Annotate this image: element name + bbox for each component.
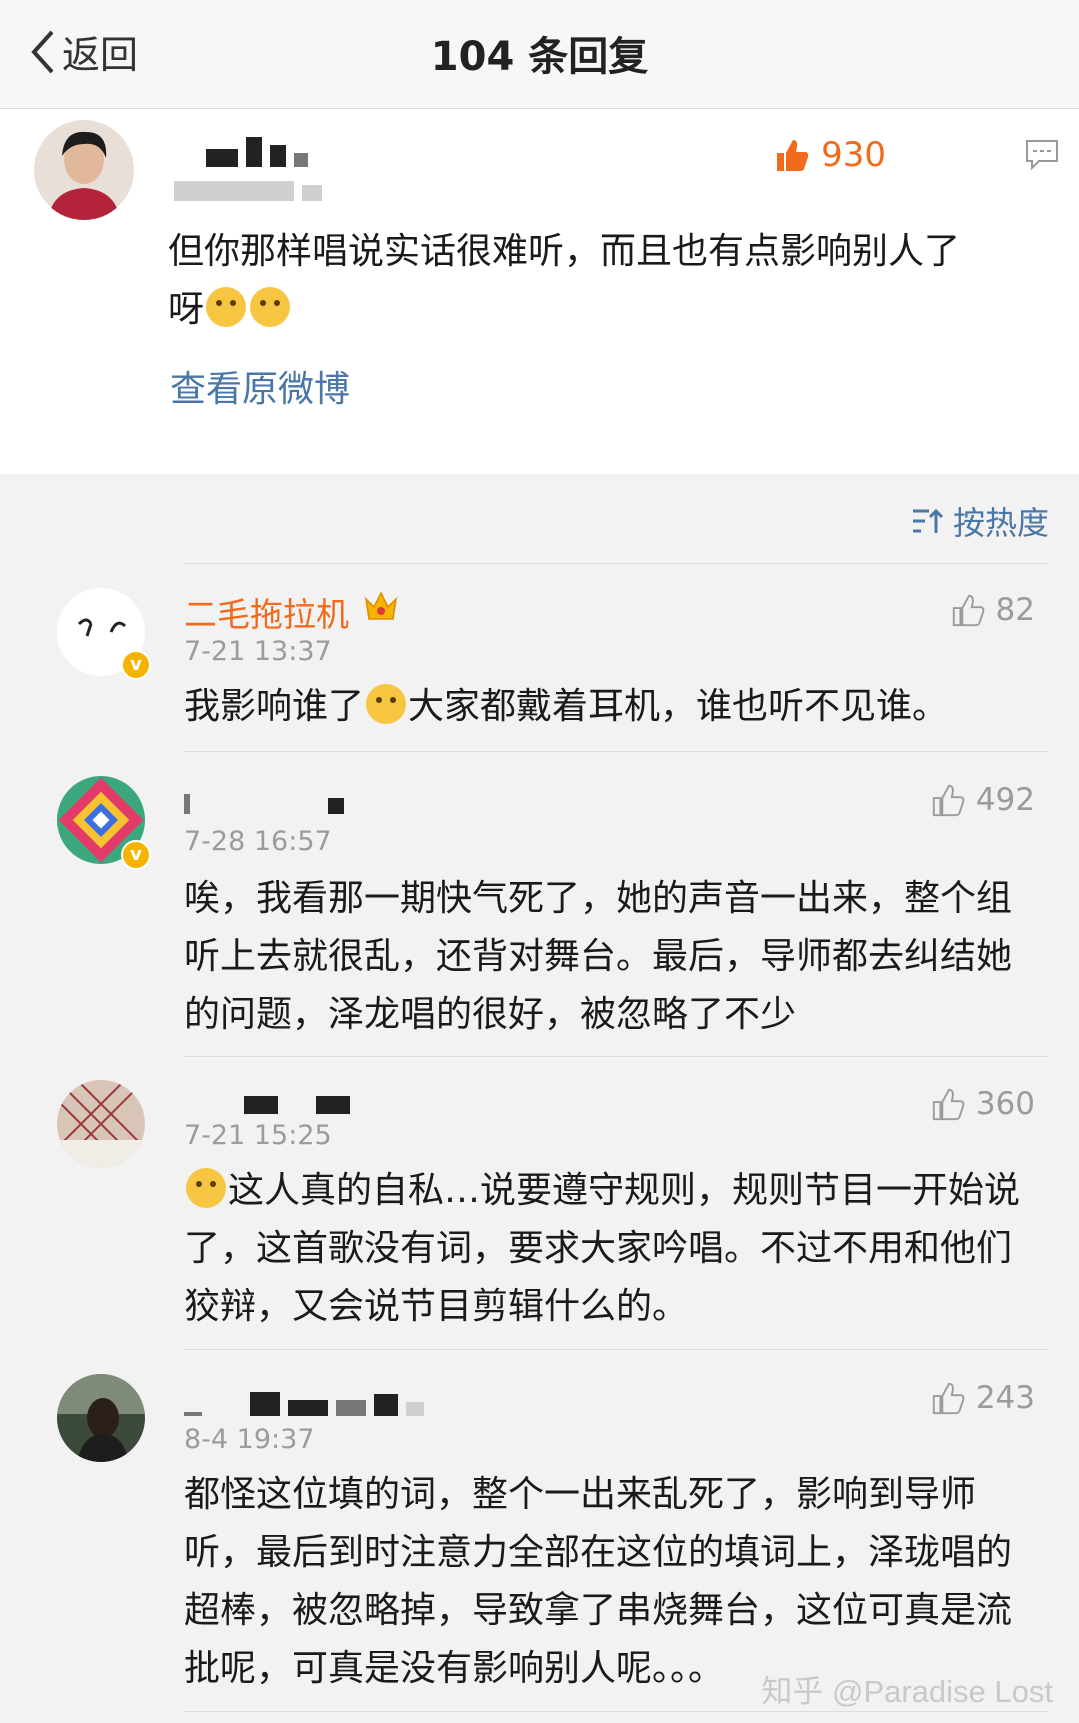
timestamp: 7-21 13:37	[184, 636, 332, 667]
username-pixelated	[244, 1096, 350, 1114]
like-count: 243	[975, 1380, 1035, 1416]
divider	[183, 1711, 1049, 1712]
like-count: 492	[975, 782, 1035, 818]
comment-text: 唉，我看那一期快气死了，她的声音一出来，整个组听上去就很乱，还背对舞台。最后，导…	[184, 878, 1013, 1035]
facepalm-emoji-icon	[250, 287, 291, 327]
like-count: 930	[821, 135, 886, 175]
view-original-link[interactable]: 查看原微博	[170, 360, 350, 412]
nav-bar: 返回 104 条回复	[0, 0, 1079, 109]
comment-text-part: 我影响谁了	[184, 686, 365, 727]
crown-badge-icon	[363, 589, 399, 627]
like-button[interactable]: 492	[930, 782, 1035, 818]
root-comment: 930 但你那样唱说实话很难听，而且也有点影响别人了呀 查看原微博	[0, 109, 1079, 474]
facepalm-emoji-icon	[206, 287, 247, 327]
comment-text: 但你那样唱说实话很难听，而且也有点影响别人了呀	[168, 223, 968, 339]
avatar[interactable]	[57, 1374, 145, 1462]
divider	[183, 1349, 1049, 1350]
comment-text: 都怪这位填的词，整个一出来乱死了，影响到导师听，最后到时注意力全部在这位的填词上…	[184, 1474, 1013, 1689]
divider	[183, 563, 1049, 564]
avatar[interactable]	[57, 1080, 145, 1168]
like-button[interactable]: 930	[773, 135, 886, 175]
watermark: 知乎 @Paradise Lost	[761, 1674, 1053, 1709]
thumbs-up-icon	[932, 1382, 965, 1415]
divider	[183, 1056, 1049, 1057]
avatar[interactable]	[34, 120, 134, 220]
like-count: 82	[995, 592, 1035, 628]
timestamp: 7-28 16:57	[184, 826, 332, 857]
username-pixelated	[206, 137, 308, 167]
sweat-emoji-icon	[186, 1168, 226, 1208]
thumbs-up-icon	[932, 784, 965, 817]
timestamp: 7-21 15:25	[184, 1120, 332, 1151]
like-count: 360	[975, 1086, 1035, 1122]
thumbs-up-icon	[932, 1088, 965, 1121]
timestamp-pixelated	[174, 181, 322, 201]
like-button[interactable]: 82	[950, 592, 1035, 628]
sort-button[interactable]: 按热度	[911, 498, 1049, 544]
commenter-name[interactable]: 二毛拖拉机	[184, 588, 349, 636]
comment-text: 我影响谁了 大家都戴着耳机，谁也听不见谁。	[184, 678, 1034, 736]
surprised-emoji-icon	[366, 684, 407, 724]
divider	[183, 751, 1049, 752]
thumbs-up-icon	[952, 594, 984, 627]
username-pixelated	[184, 794, 344, 814]
thumbs-up-icon	[777, 140, 809, 171]
like-button[interactable]: 360	[930, 1086, 1035, 1122]
comment-text: 这人真的自私…说要遵守规则，规则节目一开始说了，这首歌没有词，要求大家吟唱。不过…	[184, 1162, 1034, 1336]
comment-text-body: 这人真的自私…说要遵守规则，规则节目一开始说了，这首歌没有词，要求大家吟唱。不过…	[184, 1170, 1021, 1327]
sort-icon	[912, 508, 943, 533]
verified-badge-icon: v	[121, 840, 151, 870]
username-pixelated	[184, 1392, 424, 1416]
timestamp: 8-4 19:37	[184, 1424, 315, 1455]
page-title: 104 条回复	[430, 34, 649, 80]
comment-text-part: 大家都戴着耳机，谁也听不见谁。	[408, 686, 949, 727]
like-button[interactable]: 243	[930, 1380, 1035, 1416]
reply-icon[interactable]	[1025, 139, 1059, 175]
sort-label: 按热度	[952, 504, 1049, 542]
verified-badge-icon: v	[121, 650, 151, 680]
